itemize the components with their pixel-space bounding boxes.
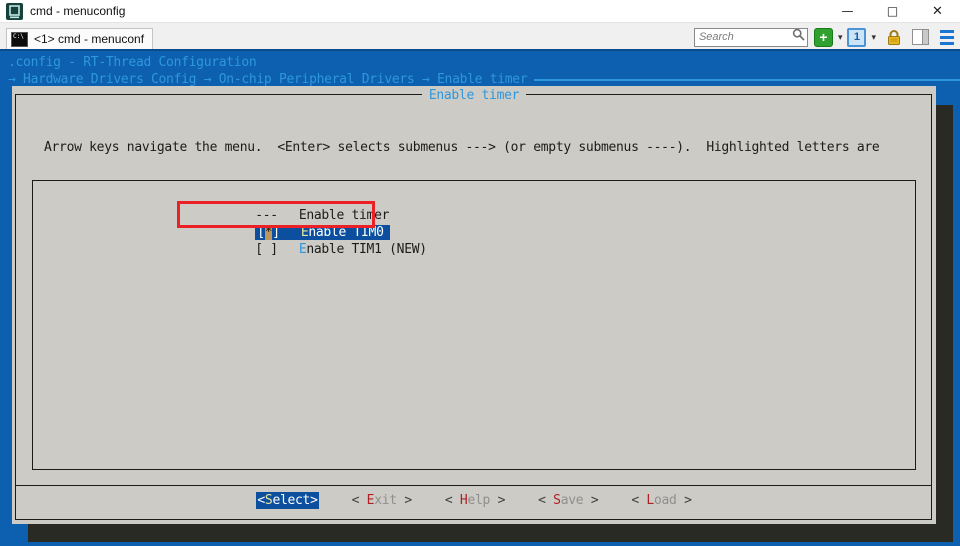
menu-list: --- Enable timer [*] Enable TIM0 [ ] Enable… bbox=[32, 180, 916, 470]
menu-icon[interactable] bbox=[940, 29, 954, 45]
search-box bbox=[693, 27, 808, 47]
dialog-title-text: Enable timer bbox=[421, 88, 527, 103]
checkbox-bracket: [ bbox=[255, 242, 263, 257]
tab-bar: C:\ <1> cmd - menuconf + ▾ 1 ▾ bbox=[0, 22, 960, 49]
tab-cmd-menuconfig[interactable]: C:\ <1> cmd - menuconf bbox=[6, 28, 154, 49]
search-icon bbox=[792, 28, 805, 46]
select-button[interactable]: <Select> bbox=[256, 492, 319, 509]
help-button[interactable]: < Help > bbox=[445, 492, 506, 509]
split-view-icon[interactable] bbox=[912, 29, 929, 45]
chevron-down-icon[interactable]: ▾ bbox=[866, 32, 881, 43]
search-input[interactable] bbox=[694, 29, 792, 45]
active-console-button[interactable]: 1 bbox=[847, 27, 867, 47]
minimize-button[interactable]: — bbox=[825, 0, 870, 22]
tab-label: <1> cmd - menuconf bbox=[34, 32, 145, 46]
cmd-icon: C:\ bbox=[11, 31, 28, 47]
conemu-app-icon bbox=[6, 2, 23, 20]
menuconfig-dialog: Enable timer Arrow keys navigate the men… bbox=[12, 86, 936, 524]
button-separator bbox=[15, 485, 932, 486]
red-highlight-annotation bbox=[177, 201, 375, 228]
save-button[interactable]: < Save > bbox=[538, 492, 599, 509]
maximize-button[interactable]: □ bbox=[870, 0, 915, 22]
breadcrumb-rule bbox=[534, 78, 960, 81]
load-button[interactable]: < Load > bbox=[631, 492, 692, 509]
help-line: Arrow keys navigate the menu. <Enter> se… bbox=[44, 140, 880, 155]
chevron-down-icon[interactable]: ▾ bbox=[833, 32, 848, 43]
checkbox-bracket: ] bbox=[270, 242, 278, 257]
terminal-screen: .config - RT-Thread Configuration → Hard… bbox=[0, 49, 960, 546]
config-header: .config - RT-Thread Configuration bbox=[8, 55, 257, 70]
lock-icon[interactable] bbox=[886, 29, 902, 46]
window-controls: — □ ✕ bbox=[825, 0, 960, 22]
window-title: cmd - menuconfig bbox=[30, 4, 126, 18]
dialog-title: Enable timer bbox=[12, 87, 936, 104]
item-label: Enable TIM1 (NEW) bbox=[298, 242, 427, 257]
close-button[interactable]: ✕ bbox=[915, 0, 960, 22]
toolbar: + ▾ 1 ▾ bbox=[693, 27, 958, 47]
new-console-button[interactable]: + bbox=[813, 27, 833, 47]
window-titlebar: cmd - menuconfig — □ ✕ bbox=[0, 0, 960, 22]
exit-button[interactable]: < Exit > bbox=[352, 492, 413, 509]
dialog-buttons: <Select> < Exit > < Help > < Save > < Lo… bbox=[12, 492, 936, 509]
